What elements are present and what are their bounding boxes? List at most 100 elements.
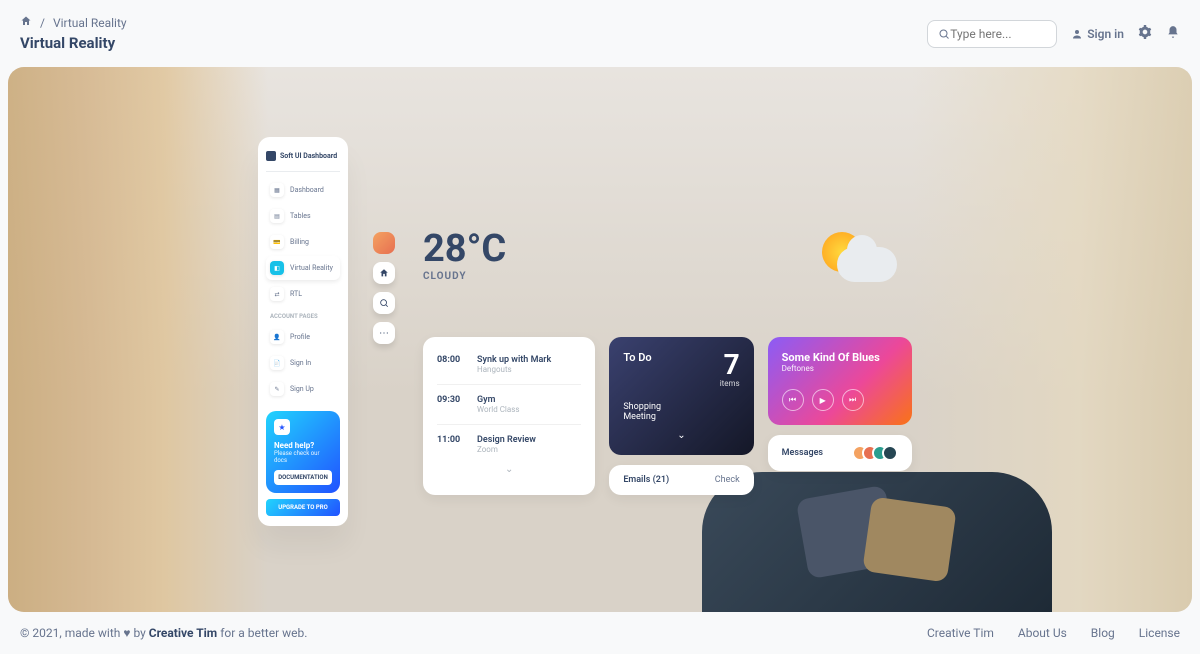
bell-icon[interactable]: [1166, 25, 1180, 43]
schedule-item[interactable]: 09:30 Gym World Class: [437, 389, 581, 420]
home-icon[interactable]: [20, 15, 32, 30]
profile-icon: 👤: [270, 330, 284, 344]
footer-link[interactable]: About Us: [1018, 626, 1067, 640]
sidebar-item-label: RTL: [290, 290, 302, 298]
schedule-time: 08:00: [437, 355, 467, 374]
sidebar-item-tables[interactable]: ▤Tables: [266, 204, 340, 228]
signin-link[interactable]: Sign in: [1071, 27, 1124, 41]
help-title: Need help?: [274, 441, 332, 450]
footer: © 2021, made with ♥ by Creative Tim for …: [0, 612, 1200, 654]
sidebar-item-dashboard[interactable]: ▦ Dashboard: [266, 178, 340, 202]
documentation-button[interactable]: DOCUMENTATION: [274, 470, 332, 485]
brand-label: Soft UI Dashboard: [280, 152, 337, 160]
search-icon: [379, 298, 389, 308]
sidebar-item-virtual-reality[interactable]: ◧ Virtual Reality: [266, 256, 340, 280]
help-subtitle: Please check our docs: [274, 450, 332, 464]
chevron-down-icon[interactable]: ⌄: [437, 460, 581, 475]
sidenav-header[interactable]: Soft UI Dashboard: [266, 147, 340, 169]
signin-label: Sign in: [1087, 27, 1124, 41]
schedule-item[interactable]: 08:00 Synk up with Mark Hangouts: [437, 349, 581, 380]
music-title: Some Kind Of Blues: [782, 351, 898, 364]
schedule-sub: Zoom: [477, 445, 581, 454]
footer-text: © 2021, made with: [20, 626, 123, 640]
condition: CLOUDY: [423, 271, 506, 282]
footer-link[interactable]: License: [1139, 626, 1180, 640]
heart-icon: ♥: [123, 626, 130, 640]
weather-icon: [812, 227, 912, 307]
search-icon: [938, 28, 950, 40]
sidebar-item-rtl[interactable]: ⇄ RTL: [266, 282, 340, 306]
todo-items-label: items: [720, 379, 740, 388]
todo-item: Shopping: [623, 402, 739, 412]
topbar: / Virtual Reality Virtual Reality Sign i…: [0, 0, 1200, 67]
avatar[interactable]: [373, 232, 395, 254]
divider: [437, 424, 581, 425]
sidebar-item-profile[interactable]: 👤 Profile: [266, 325, 340, 349]
cloud-icon: [837, 247, 897, 282]
sidebar-item-signup[interactable]: ✎Sign Up: [266, 377, 340, 401]
schedule-body: Gym World Class: [477, 395, 581, 414]
search-input[interactable]: [950, 27, 1046, 41]
vr-icon: ◧: [270, 261, 284, 275]
weather-row: 28°C CLOUDY: [423, 227, 912, 307]
dashboard-icon: ▦: [270, 183, 284, 197]
gear-icon[interactable]: [1138, 25, 1152, 43]
emails-card[interactable]: Emails (21) Check: [609, 465, 753, 495]
footer-brand-link[interactable]: Creative Tim: [149, 626, 217, 640]
home-button[interactable]: [373, 262, 395, 284]
vr-background: Soft UI Dashboard ▦ Dashboard ▤Tables 💳Bi…: [8, 67, 1192, 612]
home-icon: [379, 268, 389, 278]
todo-card: To Do 7 items Shopping Meeting ⌄: [609, 337, 753, 455]
star-icon: ★: [274, 419, 290, 435]
emails-label: Emails (21): [623, 475, 669, 485]
footer-links: Creative Tim About Us Blog License: [927, 626, 1180, 640]
music-controls: ⏮ ▶ ⏭: [782, 389, 898, 411]
schedule-body: Synk up with Mark Hangouts: [477, 355, 581, 374]
help-card: ★ Need help? Please check our docs DOCUM…: [266, 411, 340, 493]
todo-list: Shopping Meeting: [623, 402, 739, 422]
rtl-icon: ⇄: [270, 287, 284, 301]
sidebar-item-billing[interactable]: 💳Billing: [266, 230, 340, 254]
user-icon: [1071, 28, 1083, 40]
prev-icon: ⏮: [789, 395, 796, 405]
search-box[interactable]: [927, 20, 1057, 48]
cards-row: 08:00 Synk up with Mark Hangouts 09:30 G…: [423, 337, 912, 495]
schedule-title: Design Review: [477, 435, 581, 445]
billing-icon: 💳: [270, 235, 284, 249]
prev-button[interactable]: ⏮: [782, 389, 804, 411]
breadcrumb-current[interactable]: Virtual Reality: [53, 16, 127, 30]
divider: [266, 171, 340, 172]
footer-link[interactable]: Creative Tim: [927, 626, 994, 640]
ellipsis-icon: ⋯: [379, 328, 389, 339]
sidebar-item-label: Dashboard: [290, 186, 324, 194]
search-button[interactable]: [373, 292, 395, 314]
breadcrumb-wrap: / Virtual Reality Virtual Reality: [20, 15, 127, 52]
next-button[interactable]: ⏭: [842, 389, 864, 411]
messages-card[interactable]: Messages: [768, 435, 912, 471]
schedule-sub: World Class: [477, 405, 581, 414]
sidebar-item-label: Sign Up: [290, 385, 314, 393]
temperature: 28°C: [423, 227, 506, 271]
music-card: Some Kind Of Blues Deftones ⏮ ▶ ⏭: [768, 337, 912, 425]
sidebar-item-label: Sign In: [290, 359, 311, 367]
schedule-item[interactable]: 11:00 Design Review Zoom: [437, 429, 581, 460]
avatar[interactable]: [882, 445, 898, 461]
sidebar-item-label: Profile: [290, 333, 310, 341]
sidebar-item-label: Virtual Reality: [290, 264, 333, 272]
divider: [437, 384, 581, 385]
schedule-title: Synk up with Mark: [477, 355, 581, 365]
upgrade-button[interactable]: UPGRADE TO PRO: [266, 499, 340, 516]
footer-text: for a better web.: [220, 626, 307, 640]
footer-text: by: [133, 626, 148, 640]
footer-link[interactable]: Blog: [1091, 626, 1115, 640]
sidebar-item-signin[interactable]: 📄Sign In: [266, 351, 340, 375]
todo-header: To Do 7 items: [623, 351, 739, 388]
more-button[interactable]: ⋯: [373, 322, 395, 344]
todo-count-wrap: 7 items: [720, 351, 740, 388]
emails-check[interactable]: Check: [715, 475, 740, 485]
play-button[interactable]: ▶: [812, 389, 834, 411]
music-artist: Deftones: [782, 364, 898, 373]
schedule-body: Design Review Zoom: [477, 435, 581, 454]
page-title: Virtual Reality: [20, 34, 127, 52]
chevron-down-icon[interactable]: ⌄: [623, 430, 739, 441]
